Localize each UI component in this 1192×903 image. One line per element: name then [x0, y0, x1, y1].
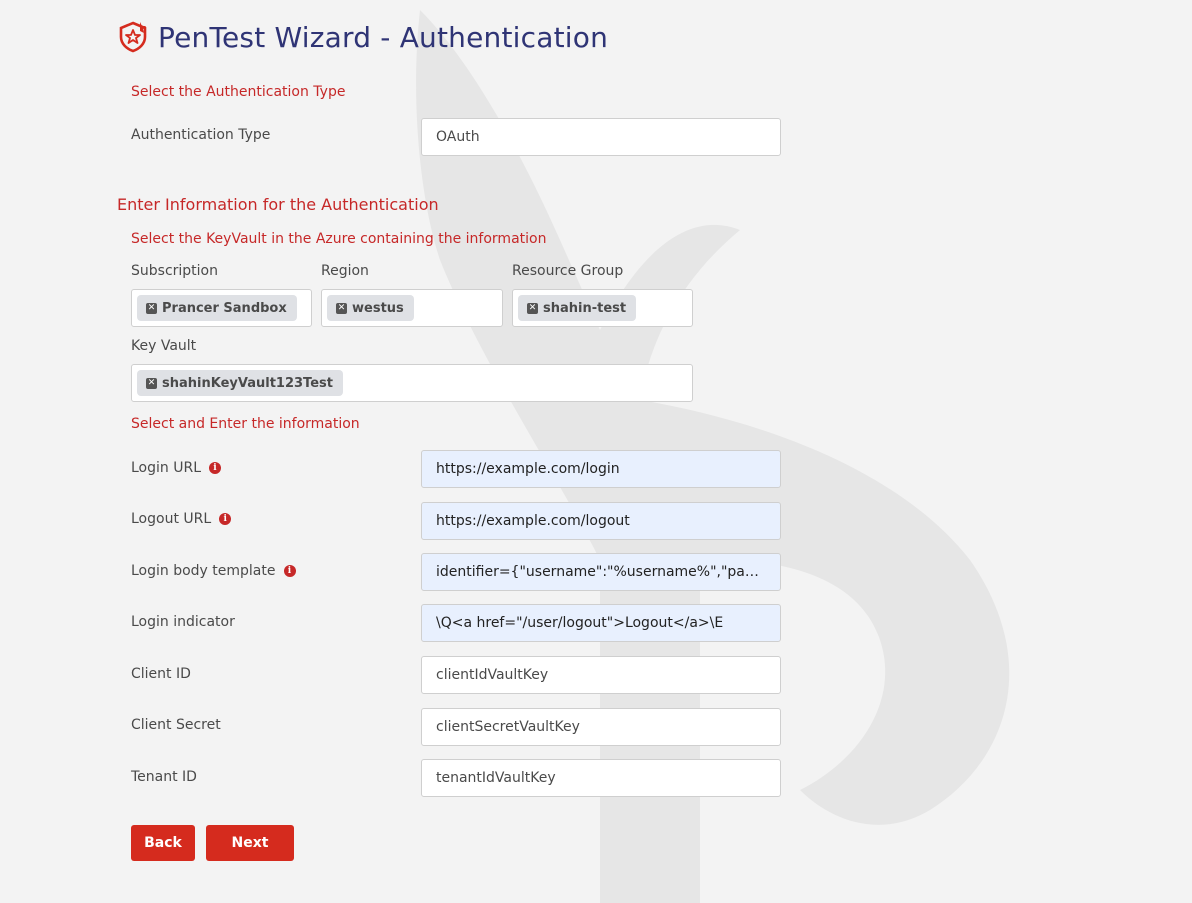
resource-group-select[interactable]: ✕ shahin-test — [512, 289, 693, 327]
client-secret-value: clientSecretVaultKey — [436, 719, 580, 735]
login-indicator-label: Login indicator — [131, 614, 235, 630]
logout-url-value: https://example.com/logout — [436, 513, 630, 529]
subscription-select[interactable]: ✕ Prancer Sandbox — [131, 289, 312, 327]
client-id-label: Client ID — [131, 666, 191, 682]
auth-type-value: OAuth — [436, 129, 480, 145]
login-url-value: https://example.com/login — [436, 461, 620, 477]
client-secret-input[interactable]: clientSecretVaultKey — [421, 708, 781, 746]
login-url-label-row: Login URL i — [131, 460, 221, 476]
tenant-id-label: Tenant ID — [131, 769, 197, 785]
resource-group-label: Resource Group — [512, 263, 624, 279]
subscription-chip: ✕ Prancer Sandbox — [137, 295, 297, 321]
key-vault-select[interactable]: ✕ shahinKeyVault123Test — [131, 364, 693, 402]
close-icon[interactable]: ✕ — [146, 377, 157, 389]
auth-type-input[interactable]: OAuth — [421, 118, 781, 156]
shield-star-icon — [119, 21, 147, 53]
region-label: Region — [321, 263, 369, 279]
tenant-id-value: tenantIdVaultKey — [436, 770, 556, 786]
logout-url-input[interactable]: https://example.com/logout — [421, 502, 781, 540]
login-indicator-value: \Q<a href="/user/logout">Logout</a>\E — [436, 615, 724, 631]
region-chip-label: westus — [352, 300, 404, 316]
login-body-template-label: Login body template — [131, 563, 276, 579]
info-icon[interactable]: i — [209, 462, 221, 474]
page-header: PenTest Wizard - Authentication — [116, 20, 608, 54]
key-vault-chip-label: shahinKeyVault123Test — [162, 375, 333, 391]
login-url-input[interactable]: https://example.com/login — [421, 450, 781, 488]
resource-group-chip: ✕ shahin-test — [518, 295, 637, 321]
info-icon[interactable]: i — [219, 513, 232, 525]
client-secret-label: Client Secret — [131, 717, 221, 733]
login-indicator-input[interactable]: \Q<a href="/user/logout">Logout</a>\E — [421, 604, 781, 642]
login-url-label: Login URL — [131, 460, 201, 476]
tenant-id-input[interactable]: tenantIdVaultKey — [421, 759, 781, 797]
keyvault-heading: Select the KeyVault in the Azure contain… — [131, 231, 547, 247]
logout-url-label-row: Logout URL i — [131, 511, 232, 527]
info-icon[interactable]: i — [283, 565, 296, 577]
page-title: PenTest Wizard - Authentication — [158, 20, 609, 54]
info-section-heading: Enter Information for the Authentication — [117, 195, 439, 214]
next-button[interactable]: Next — [206, 825, 294, 861]
client-id-input[interactable]: clientIdVaultKey — [421, 656, 781, 694]
close-icon[interactable]: ✕ — [527, 302, 538, 314]
login-body-template-value: identifier={"username":"%username%","pas… — [436, 564, 766, 580]
region-chip: ✕ westus — [327, 295, 414, 321]
subscription-chip-label: Prancer Sandbox — [162, 300, 287, 316]
login-body-template-input[interactable]: identifier={"username":"%username%","pas… — [421, 553, 781, 591]
login-body-template-label-row: Login body template i — [131, 563, 296, 579]
subscription-label: Subscription — [131, 263, 218, 279]
client-id-value: clientIdVaultKey — [436, 667, 549, 683]
close-icon[interactable]: ✕ — [336, 302, 347, 314]
key-vault-chip: ✕ shahinKeyVault123Test — [137, 370, 343, 396]
key-vault-label: Key Vault — [131, 338, 197, 354]
close-icon[interactable]: ✕ — [146, 302, 157, 314]
fields-heading: Select and Enter the information — [131, 416, 360, 432]
auth-type-label: Authentication Type — [131, 127, 271, 143]
logout-url-label: Logout URL — [131, 511, 212, 527]
auth-type-heading: Select the Authentication Type — [131, 84, 346, 100]
resource-group-chip-label: shahin-test — [543, 300, 627, 316]
region-select[interactable]: ✕ westus — [321, 289, 503, 327]
back-button[interactable]: Back — [131, 825, 195, 861]
